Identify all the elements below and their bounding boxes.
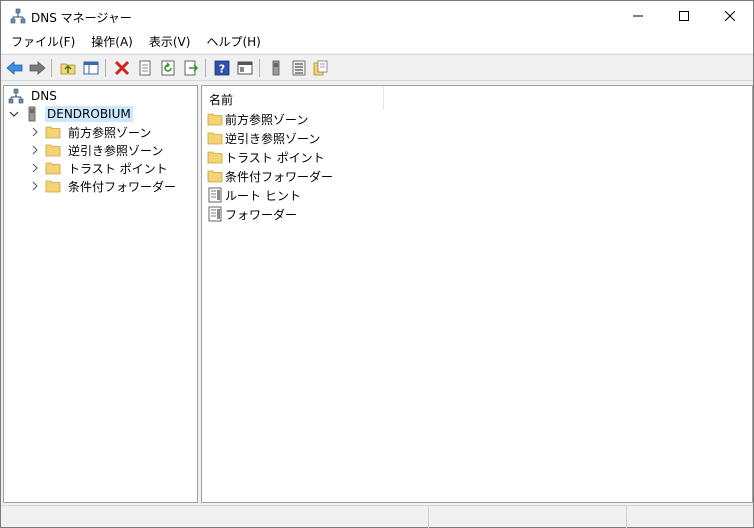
console-tree[interactable]: DNS DENDROBIUM 前方参照ゾーン 逆引き参照ゾーン トラスト ポイン… [3,85,198,503]
list-item-label: 前方参照ゾーン [225,112,309,127]
dns-manager-window: DNS マネージャー ファイル(F) 操作(A) 表示(V) ヘルプ(H) ? … [0,0,754,528]
show-hide-tree-button[interactable] [81,58,101,78]
list-item[interactable]: トラスト ポイント [207,148,325,166]
menu-view[interactable]: 表示(V) [141,32,199,52]
minimize-icon [633,15,643,17]
tree-label-selected: DENDROBIUM [45,106,133,122]
list-item-label: 逆引き参照ゾーン [225,131,321,146]
minimize-button[interactable] [615,1,661,31]
server-icon [272,60,280,76]
title-bar: DNS マネージャー [1,1,753,31]
maximize-icon [679,11,689,21]
svg-text:?: ? [219,63,225,76]
menu-file[interactable]: ファイル(F) [3,32,83,52]
menu-bar: ファイル(F) 操作(A) 表示(V) ヘルプ(H) [1,31,753,53]
up-folder-icon [60,63,76,75]
document-icon [207,206,223,222]
back-button[interactable] [5,58,25,78]
status-panel [626,506,753,528]
menu-help[interactable]: ヘルプ(H) [198,32,268,52]
folder-icon [45,124,61,140]
list-item[interactable]: 条件付フォワーダー [207,167,333,185]
view-button[interactable] [235,58,255,78]
folder-icon [207,111,223,127]
chevron-right-icon[interactable] [29,144,41,156]
tree-node-trust-points[interactable]: トラスト ポイント [29,159,170,177]
toolbar-separator [51,59,52,77]
show-hide-tree-icon [83,61,99,75]
list-item[interactable]: 逆引き参照ゾーン [207,129,320,147]
tree-node-forward-zones[interactable]: 前方参照ゾーン [29,123,153,141]
status-panel [428,506,626,528]
status-bar [1,505,753,528]
server-icon [24,106,40,122]
toolbar-separator [205,59,206,77]
tree-node-dns[interactable]: DNS [8,87,59,105]
folder-icon [45,142,61,158]
list-item[interactable]: 前方参照ゾーン [207,110,308,128]
list-item[interactable]: ルート ヒント [207,186,301,204]
refresh-button[interactable] [158,58,178,78]
tree-label: 条件付フォワーダー [68,179,177,194]
tree-label: 逆引き参照ゾーン [68,143,164,158]
column-header-label: 名前 [209,93,234,107]
folder-icon [207,130,223,146]
close-icon [725,11,735,21]
dns-app-icon [10,8,26,24]
tree-label: 前方参照ゾーン [68,125,152,140]
properties-icon [139,60,151,76]
folder-icon [207,149,223,165]
export-list-button[interactable] [181,58,201,78]
back-icon [6,61,23,75]
list-icon [292,60,306,76]
list-item-label: トラスト ポイント [225,150,325,165]
list-item-label: 条件付フォワーダー [225,169,334,184]
forward-button[interactable] [27,58,47,78]
menu-action[interactable]: 操作(A) [83,32,141,52]
refresh-icon [161,60,175,76]
tree-node-server[interactable]: DENDROBIUM [8,105,133,123]
tree-node-conditional-forwarders[interactable]: 条件付フォワーダー [29,177,178,195]
folder-icon [207,168,223,184]
export-list-icon [184,60,199,76]
help-icon: ? [214,60,230,76]
toolbar: ? [1,54,753,81]
copy-icon [313,60,328,76]
document-icon [207,187,223,203]
close-button[interactable] [707,1,753,31]
help-button[interactable]: ? [212,58,232,78]
toolbar-separator [105,59,106,77]
chevron-right-icon[interactable] [29,180,41,192]
forward-icon [29,61,46,75]
toolbar-separator [259,59,260,77]
column-header-name[interactable]: 名前 [202,86,384,110]
up-one-level-button[interactable] [58,58,78,78]
copy-button[interactable] [311,58,331,78]
tree-label: トラスト ポイント [68,161,168,176]
delete-icon [114,60,130,76]
list-item-label: ルート ヒント [225,188,301,203]
view-icon [237,61,253,75]
tree-node-reverse-zones[interactable]: 逆引き参照ゾーン [29,141,165,159]
list-item[interactable]: フォワーダー [207,205,297,223]
dns-icon [8,88,24,104]
chevron-right-icon[interactable] [29,162,41,174]
tree-label: DNS [31,89,57,103]
list-item-label: フォワーダー [225,207,298,222]
chevron-down-icon[interactable] [8,108,20,120]
list-button[interactable] [289,58,309,78]
folder-icon [45,160,61,176]
properties-button[interactable] [135,58,155,78]
window-title: DNS マネージャー [31,11,132,25]
server-button[interactable] [266,58,286,78]
delete-button[interactable] [112,58,132,78]
details-list[interactable]: 名前 前方参照ゾーン 逆引き参照ゾーン トラスト ポイント 条件付フォワーダー [201,85,753,503]
maximize-button[interactable] [661,1,707,31]
chevron-right-icon[interactable] [29,126,41,138]
folder-icon [45,178,61,194]
